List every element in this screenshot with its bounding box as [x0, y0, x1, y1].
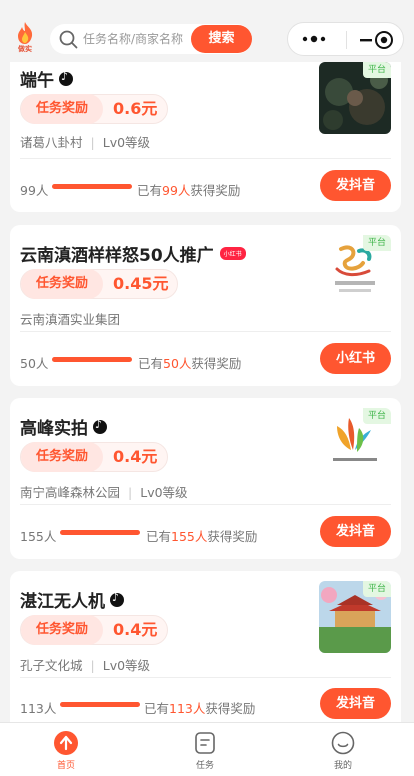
search-input[interactable] [83, 29, 183, 49]
progress-bar [60, 702, 140, 707]
minimize-icon[interactable] [356, 31, 376, 49]
merchant-name: 云南滇酒实业集团 [20, 312, 121, 327]
task-thumbnail: 平台 [319, 62, 391, 134]
post-xiaohongshu-button[interactable]: 小红书 [320, 343, 391, 374]
reward-label: 任务奖励 [21, 94, 103, 124]
task-merchant: 诸葛八卦村 | Lv0等级 [20, 132, 150, 151]
tab-tasks-label: 任务 [195, 761, 214, 771]
task-card[interactable]: 云南滇酒样样怒50人推广 小红书 平台 任务奖励 0.45元 云南滇酒实业集团 … [10, 225, 401, 386]
search-bar: 搜索 [50, 24, 252, 54]
merchant-name: 南宁高峰森林公园 [20, 485, 121, 500]
more-icon[interactable] [301, 32, 327, 46]
bottom-tab-bar: 首页 任务 我的 [0, 722, 414, 776]
card-divider [20, 677, 391, 678]
platform-tag: 平台 [363, 62, 391, 78]
xiaohongshu-tag: 小红书 [219, 247, 246, 260]
home-arrow-icon [54, 731, 78, 755]
participant-count: 155人 [20, 529, 57, 544]
reward-status: 已有113人获得奖励 [144, 701, 256, 716]
task-merchant: 孔子文化城 | Lv0等级 [20, 655, 150, 674]
task-list-icon [195, 732, 215, 754]
top-bar: 做实 搜索 [0, 0, 414, 62]
merchant-name: 孔子文化城 [20, 658, 83, 673]
platform-tag: 平台 [363, 408, 391, 424]
card-divider [20, 331, 391, 332]
tab-mine[interactable]: 我的 [313, 731, 373, 771]
app-logo: 做实 [12, 22, 38, 56]
platform-tag: 平台 [363, 581, 391, 597]
post-douyin-button[interactable]: 发抖音 [320, 170, 391, 201]
participant-count: 50人 [20, 356, 49, 371]
post-douyin-button[interactable]: 发抖音 [320, 516, 391, 547]
reward-label: 任务奖励 [21, 615, 103, 645]
reward-amount: 0.45元 [113, 274, 169, 293]
search-button[interactable]: 搜索 [191, 25, 252, 53]
reward-status: 已有99人获得奖励 [137, 183, 241, 198]
separator: | [90, 658, 95, 673]
task-title-text: 端午 [20, 71, 54, 91]
card-divider [20, 504, 391, 505]
level-requirement: Lv0等级 [102, 658, 151, 673]
task-title: 端午 [20, 66, 73, 91]
task-card[interactable]: 端午 平台 任务奖励 0.6元 诸葛八卦村 | Lv0等级 99人 已有99人获得奖… [10, 46, 401, 212]
reward-status: 已有50人获得奖励 [138, 356, 242, 371]
separator: | [128, 485, 133, 500]
douyin-icon [59, 70, 73, 86]
miniprogram-capsule [287, 22, 404, 56]
close-miniprogram-icon[interactable] [374, 30, 394, 50]
participant-count: 99人 [20, 183, 49, 198]
tab-mine-label: 我的 [333, 761, 352, 771]
task-title: 湛江无人机 [20, 587, 124, 612]
flame-logo-icon [18, 22, 33, 44]
reward-label: 任务奖励 [21, 269, 103, 299]
progress-bar [52, 357, 132, 362]
task-thumbnail: 平台 [319, 581, 391, 653]
task-title: 云南滇酒样样怒50人推广 小红书 [20, 241, 246, 266]
card-divider [20, 158, 391, 159]
task-thumbnail: 平台 [319, 235, 391, 307]
level-requirement: Lv0等级 [140, 485, 188, 500]
reward-amount: 0.6元 [113, 99, 158, 118]
tab-home-label: 首页 [56, 761, 75, 771]
merchant-name: 诸葛八卦村 [20, 135, 83, 150]
douyin-icon [93, 418, 107, 434]
task-card[interactable]: 湛江无人机 平台 任务奖励 0.4元 孔子文化城 | Lv0等级 113人 已有11… [10, 571, 401, 741]
task-title-text: 高峰实拍 [20, 419, 88, 439]
logo-text: 做实 [18, 45, 32, 53]
progress-bar [52, 184, 132, 189]
tab-tasks[interactable]: 任务 [175, 731, 235, 771]
reward-pill: 任务奖励 0.4元 [20, 615, 168, 645]
reward-status: 已有155人获得奖励 [146, 529, 258, 544]
reward-amount: 0.4元 [113, 447, 158, 466]
participant-count: 113人 [20, 701, 57, 716]
reward-pill: 任务奖励 0.4元 [20, 442, 168, 472]
task-merchant: 云南滇酒实业集团 [20, 309, 120, 328]
capsule-divider [346, 31, 347, 49]
level-requirement: Lv0等级 [102, 135, 151, 150]
task-title: 高峰实拍 [20, 414, 107, 439]
tab-home[interactable]: 首页 [36, 731, 96, 771]
task-title-text: 云南滇酒样样怒50人推广 [20, 246, 214, 266]
separator: | [90, 135, 95, 150]
reward-pill: 任务奖励 0.45元 [20, 269, 178, 299]
task-title-text: 湛江无人机 [20, 592, 105, 612]
platform-tag: 平台 [363, 235, 391, 251]
progress-bar [60, 530, 140, 535]
profile-smile-icon [331, 731, 355, 755]
douyin-icon [110, 591, 124, 607]
task-merchant: 南宁高峰森林公园 | Lv0等级 [20, 482, 188, 501]
search-icon [59, 30, 78, 49]
reward-label: 任务奖励 [21, 442, 103, 472]
task-thumbnail: 平台 [319, 408, 391, 480]
reward-pill: 任务奖励 0.6元 [20, 94, 168, 124]
reward-amount: 0.4元 [113, 620, 158, 639]
post-douyin-button[interactable]: 发抖音 [320, 688, 391, 719]
task-card[interactable]: 高峰实拍 平台 任务奖励 0.4元 南宁高峰森林公园 | Lv0等级 155人 已有… [10, 398, 401, 559]
